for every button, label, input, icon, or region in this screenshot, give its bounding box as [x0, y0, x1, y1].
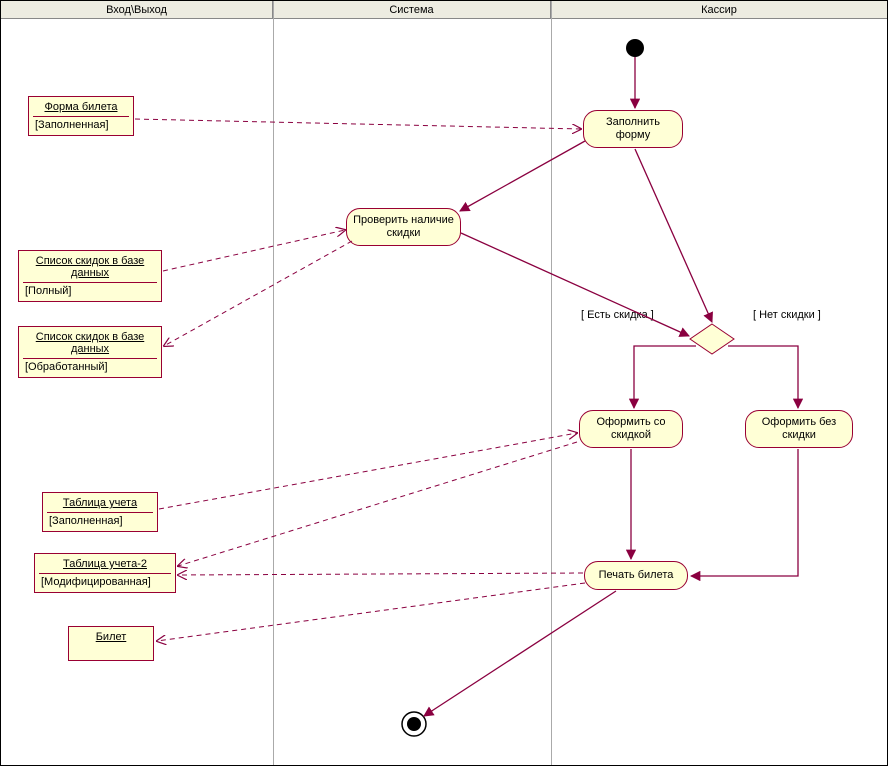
obj-discount-list-full: Список скидок в базе данных [Полный] — [18, 250, 162, 302]
obj-ticket: Билет — [68, 626, 154, 661]
obj-ticket-form-state: [Заполненная] — [33, 117, 129, 133]
obj-account-table-2: Таблица учета-2 [Модифицированная] — [34, 553, 176, 593]
activity-check-discount: Проверить наличие скидки — [346, 208, 461, 246]
activity-diagram: Вход\Выход Система Кассир Форма билета [… — [0, 0, 888, 766]
final-node — [402, 712, 426, 736]
activity-without-discount: Оформить без скидки — [745, 410, 853, 448]
lane-divider-2 — [551, 1, 552, 765]
obj-ticket-form: Форма билета [Заполненная] — [28, 96, 134, 136]
activity-fill-form: Заполнить форму — [583, 110, 683, 148]
activity-with-discount: Оформить со скидкой — [579, 410, 683, 448]
guard-has-discount: [ Есть скидка ] — [581, 309, 654, 321]
lane-header-system: Система — [273, 1, 551, 19]
obj-account-table-state: [Заполненная] — [47, 513, 153, 529]
obj-account-table-2-state: [Модифицированная] — [39, 574, 171, 590]
obj-discount-list-full-state: [Полный] — [23, 283, 157, 299]
obj-ticket-name: Билет — [73, 629, 149, 646]
obj-discount-list-full-name: Список скидок в базе данных — [23, 253, 157, 283]
guard-no-discount: [ Нет скидки ] — [753, 309, 821, 321]
obj-account-table-name: Таблица учета — [47, 495, 153, 513]
obj-discount-list-processed: Список скидок в базе данных [Обработанны… — [18, 326, 162, 378]
obj-discount-list-processed-state: [Обработанный] — [23, 359, 157, 375]
obj-discount-list-processed-name: Список скидок в базе данных — [23, 329, 157, 359]
lane-header-io: Вход\Выход — [1, 1, 273, 19]
obj-ticket-form-name: Форма билета — [33, 99, 129, 117]
obj-account-table: Таблица учета [Заполненная] — [42, 492, 158, 532]
activity-print-ticket: Печать билета — [584, 561, 688, 590]
initial-node — [626, 39, 644, 57]
obj-account-table-2-name: Таблица учета-2 — [39, 556, 171, 574]
lane-divider-1 — [273, 1, 274, 765]
lane-header-cashier: Кассир — [551, 1, 887, 19]
decision-node — [690, 324, 734, 354]
